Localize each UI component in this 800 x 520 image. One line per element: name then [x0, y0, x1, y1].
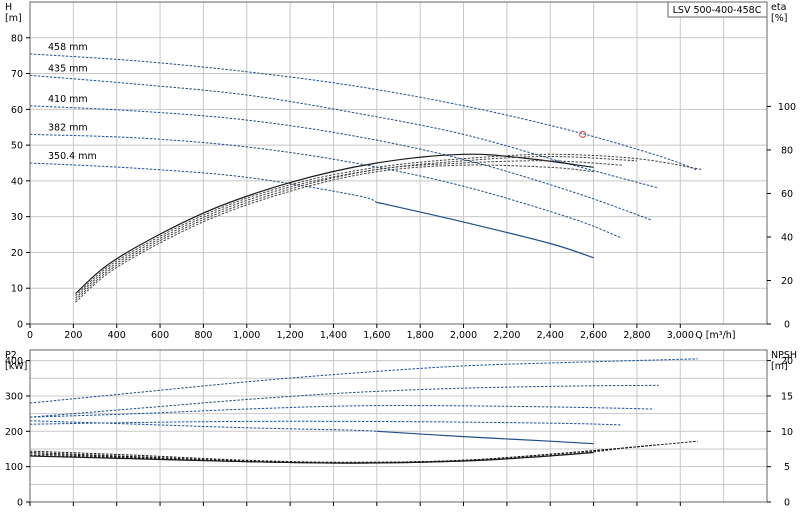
head-efficiency-x-tick-label: 600	[151, 330, 169, 341]
head-efficiency-series-line-1	[29, 74, 659, 189]
head-efficiency-y-left-label: H [m]	[5, 2, 22, 24]
head-efficiency-right-tick-label: 40	[781, 232, 793, 243]
head-efficiency-left-tick-label: 60	[11, 105, 23, 116]
head-efficiency-series-line-3	[29, 133, 622, 239]
head-efficiency-series-line-5	[376, 201, 594, 259]
head-efficiency-series-label: 458 mm	[48, 42, 88, 53]
head-efficiency-series-label: 350.4 mm	[48, 151, 97, 162]
head-efficiency-x-tick-label: 2,800	[623, 330, 650, 341]
axes-layer	[26, 1, 771, 506]
head-efficiency-left-tick-label: 30	[11, 212, 23, 223]
chart-title: LSV 500-400-458C	[673, 5, 762, 16]
head-efficiency-x-tick-label: 1,800	[407, 330, 434, 341]
head-efficiency-left-tick-label: 10	[11, 284, 23, 295]
pump-performance-chart: 010203040506070800204060801000 200 400 600 8…	[5, 1, 797, 509]
head-efficiency-x-tick-label: 1,600	[363, 330, 390, 341]
head-efficiency-series-label: 410 mm	[48, 94, 88, 105]
head-efficiency-x-tick-label: 2,600	[580, 330, 607, 341]
head-efficiency-series-label: 382 mm	[48, 122, 88, 133]
head-efficiency-series-label: 435 mm	[48, 63, 88, 74]
power-npsh-left-tick-label: 200	[5, 427, 23, 438]
head-efficiency-left-tick-label: 40	[11, 176, 23, 187]
head-efficiency-left-tick-label: 20	[11, 248, 23, 259]
power-npsh-series-line-7	[29, 444, 659, 463]
power-npsh-left-tick-label: 0	[17, 498, 23, 509]
head-efficiency-frame	[29, 1, 768, 325]
head-efficiency-right-tick-label: 80	[781, 145, 793, 156]
power-npsh-series-line-1	[29, 384, 659, 418]
power-npsh-right-tick-label: 5	[784, 462, 790, 473]
power-npsh-right-tick-label: 0	[784, 498, 790, 509]
head-efficiency-left-tick-label: 70	[11, 69, 23, 80]
head-efficiency-x-tick-label: 1,000	[233, 330, 260, 341]
head-efficiency-y-right-label: eta [%]	[771, 2, 787, 24]
head-efficiency-left-tick-label: 50	[11, 141, 23, 152]
head-efficiency-x-axis-label: Q [m³/h]	[695, 330, 735, 341]
head-efficiency-x-tick-label: 2,400	[537, 330, 564, 341]
power-npsh-right-tick-label: 15	[781, 391, 793, 402]
power-npsh-right-tick-label: 10	[781, 427, 793, 438]
head-efficiency-x-tick-label: 0	[27, 330, 33, 341]
head-efficiency-left-tick-label: 80	[11, 33, 23, 44]
head-efficiency-x-tick-label: 1,200	[277, 330, 304, 341]
power-npsh-series-line-8	[29, 444, 653, 464]
head-efficiency-right-tick-label: 0	[784, 320, 790, 331]
head-efficiency-right-tick-label: 20	[781, 276, 793, 287]
head-efficiency-series-line-7	[75, 153, 703, 297]
head-efficiency-series-line-0	[29, 53, 698, 171]
series-layer	[29, 53, 703, 464]
power-npsh-y-left-label: P2 [kW]	[5, 350, 27, 372]
power-npsh-left-tick-label: 300	[5, 391, 23, 402]
grid-layer	[29, 1, 768, 503]
head-efficiency-left-tick-label: 0	[17, 320, 23, 331]
head-efficiency-x-tick-label: 2,200	[493, 330, 520, 341]
head-efficiency-x-tick-label: 400	[108, 330, 126, 341]
head-efficiency-x-tick-label: 2,000	[450, 330, 477, 341]
head-efficiency-right-tick-label: 60	[781, 189, 793, 200]
power-npsh-left-tick-label: 100	[5, 462, 23, 473]
head-efficiency-x-tick-label: 800	[194, 330, 212, 341]
head-efficiency-x-tick-label: 1,400	[320, 330, 347, 341]
head-efficiency-x-tick-label: 3,000	[667, 330, 694, 341]
power-npsh-series-line-2	[29, 405, 653, 418]
power-npsh-series-line-5	[376, 430, 594, 445]
power-npsh-y-right-label: NPSH [m]	[771, 350, 797, 372]
head-efficiency-series-line-6	[75, 153, 594, 294]
head-efficiency-right-tick-label: 100	[778, 102, 796, 113]
head-efficiency-series-line-10	[75, 164, 594, 303]
power-npsh-frame	[29, 349, 768, 503]
head-efficiency-x-tick-label: 200	[64, 330, 82, 341]
